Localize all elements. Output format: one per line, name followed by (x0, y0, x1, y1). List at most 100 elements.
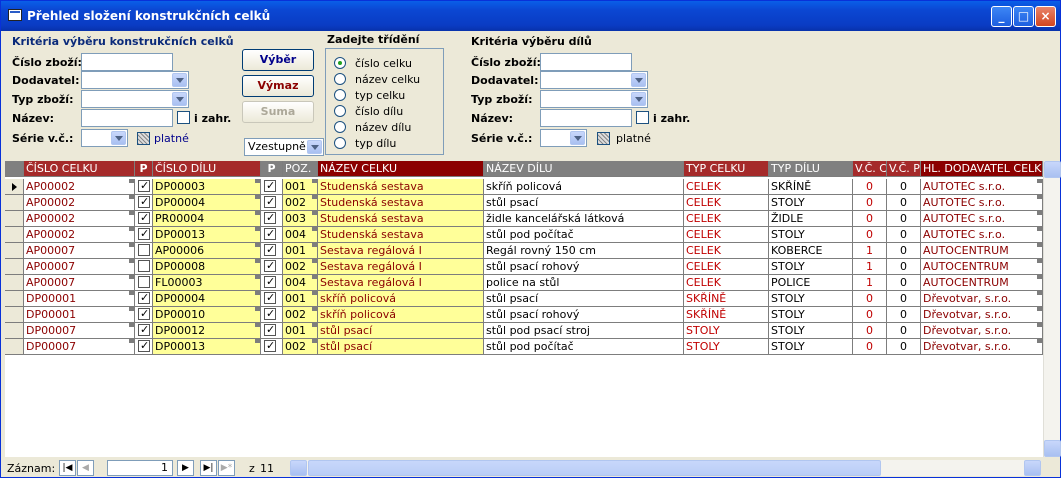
cell-p2[interactable] (261, 227, 283, 243)
cell-p2[interactable] (261, 243, 283, 259)
table-row[interactable]: DP00001 DP00010 002skříň policovástůl psac… (5, 307, 1043, 323)
cell-dodavatel[interactable]: AUTOTEC s.r.o. (921, 211, 1043, 227)
cell-p1[interactable] (135, 195, 153, 211)
chevron-down-icon[interactable] (631, 73, 646, 87)
cell-typ_celku[interactable]: CELEK (684, 179, 769, 195)
horizontal-scrollbar[interactable] (290, 460, 1041, 476)
scroll-up-button[interactable] (1044, 161, 1061, 178)
column-header[interactable]: V.Č. P (887, 161, 921, 177)
cell-dil[interactable]: DP00008 (153, 259, 261, 275)
right-typ-combo[interactable] (540, 90, 648, 108)
chevron-down-icon[interactable] (111, 131, 126, 145)
cell-nazev_dilu[interactable]: Regál rovný 150 cm (484, 243, 684, 259)
cell-vcp[interactable]: 0 (887, 243, 921, 259)
row-checkbox[interactable] (264, 259, 276, 273)
cell-typ_dilu[interactable]: STOLY (769, 339, 853, 355)
cell-celek[interactable]: DP00007 (24, 339, 135, 355)
cell-vcp[interactable]: 0 (887, 339, 921, 355)
cell-vcp[interactable]: 0 (887, 323, 921, 339)
column-header[interactable]: NÁZEV DÍLU (484, 161, 684, 177)
cell-vcc[interactable]: 0 (853, 323, 887, 339)
cell-poz[interactable]: 002 (283, 339, 318, 355)
cell-p2[interactable] (261, 259, 283, 275)
cell-dodavatel[interactable]: Dřevotvar, s.r.o. (921, 323, 1043, 339)
cell-poz[interactable]: 001 (283, 323, 318, 339)
cell-typ_dilu[interactable]: STOLY (769, 291, 853, 307)
row-checkbox[interactable] (264, 227, 276, 241)
cell-vcc[interactable]: 0 (853, 307, 887, 323)
maximize-button[interactable]: □ (1013, 6, 1034, 27)
row-checkbox[interactable] (264, 323, 276, 337)
cell-poz[interactable]: 001 (283, 243, 318, 259)
cell-dodavatel[interactable]: Dřevotvar, s.r.o. (921, 339, 1043, 355)
cell-typ_dilu[interactable]: STOLY (769, 259, 853, 275)
column-header[interactable]: P (135, 161, 153, 177)
row-checkbox[interactable] (264, 291, 276, 305)
cell-vcc[interactable]: 0 (853, 211, 887, 227)
row-selector[interactable] (5, 275, 24, 291)
cell-celek[interactable]: AP00002 (24, 227, 135, 243)
cell-dodavatel[interactable]: AUTOTEC s.r.o. (921, 195, 1043, 211)
table-row[interactable]: AP00002 DP00013 004Studenská sestavastůl p… (5, 227, 1043, 243)
cell-typ_celku[interactable]: CELEK (684, 227, 769, 243)
cell-dil[interactable]: DP00013 (153, 339, 261, 355)
cell-typ_celku[interactable]: SKŘÍNĚ (684, 307, 769, 323)
cell-typ_celku[interactable]: SKŘÍNĚ (684, 291, 769, 307)
cell-vcc[interactable]: 0 (853, 291, 887, 307)
left-cislo-input[interactable] (81, 53, 173, 71)
cell-typ_celku[interactable]: CELEK (684, 211, 769, 227)
row-checkbox[interactable] (264, 179, 276, 193)
radio-nazev-celku[interactable] (334, 73, 346, 85)
cell-nazev_celku[interactable]: stůl psací (318, 339, 484, 355)
cell-poz[interactable]: 002 (283, 195, 318, 211)
row-checkbox[interactable] (138, 307, 150, 321)
cell-dodavatel[interactable]: AUTOTEC s.r.o. (921, 179, 1043, 195)
cell-vcp[interactable]: 0 (887, 275, 921, 291)
cell-vcp[interactable]: 0 (887, 291, 921, 307)
cell-typ_celku[interactable]: STOLY (684, 323, 769, 339)
row-checkbox[interactable] (138, 323, 150, 337)
cell-p2[interactable] (261, 339, 283, 355)
cell-nazev_dilu[interactable]: stůl psací (484, 291, 684, 307)
cell-poz[interactable]: 002 (283, 307, 318, 323)
row-selector[interactable] (5, 323, 24, 339)
scroll-down-button[interactable] (1044, 440, 1061, 457)
left-dodavatel-combo[interactable] (81, 71, 189, 89)
scroll-right-button[interactable] (1024, 460, 1041, 476)
cell-vcp[interactable]: 0 (887, 227, 921, 243)
column-header[interactable]: TYP DÍLU (769, 161, 853, 177)
cell-celek[interactable]: AP00002 (24, 195, 135, 211)
row-selector[interactable] (5, 195, 24, 211)
cell-dodavatel[interactable]: Dřevotvar, s.r.o. (921, 291, 1043, 307)
right-nazev-input[interactable] (540, 109, 632, 127)
right-dodavatel-combo[interactable] (540, 71, 648, 89)
chevron-down-icon[interactable] (307, 140, 322, 154)
cell-poz[interactable]: 003 (283, 211, 318, 227)
minimize-button[interactable]: _ (991, 6, 1012, 27)
cell-p1[interactable] (135, 291, 153, 307)
cell-celek[interactable]: DP00001 (24, 291, 135, 307)
cell-typ_dilu[interactable]: SKŘÍNĚ (769, 179, 853, 195)
vyber-button[interactable]: Výběr (242, 49, 314, 71)
row-checkbox[interactable] (264, 195, 276, 209)
row-selector[interactable] (5, 227, 24, 243)
chevron-down-icon[interactable] (172, 92, 187, 106)
table-row[interactable]: AP00007 DP00008 002Sestava regálová Istůl … (5, 259, 1043, 275)
cell-vcc[interactable]: 1 (853, 243, 887, 259)
right-cislo-input[interactable] (540, 53, 632, 71)
cell-nazev_celku[interactable]: Sestava regálová I (318, 243, 484, 259)
cell-vcc[interactable]: 0 (853, 339, 887, 355)
table-row[interactable]: AP00007 FL00003 004Sestava regálová Ipolic… (5, 275, 1043, 291)
cell-celek[interactable]: AP00007 (24, 243, 135, 259)
cell-vcp[interactable]: 0 (887, 259, 921, 275)
row-checkbox[interactable] (138, 244, 150, 256)
cell-dil[interactable]: DP00010 (153, 307, 261, 323)
radio-cislo-celku[interactable] (334, 57, 346, 69)
row-checkbox[interactable] (264, 339, 276, 353)
cell-typ_dilu[interactable]: STOLY (769, 195, 853, 211)
column-header[interactable]: NÁZEV CELKU (318, 161, 484, 177)
radio-typ-celku[interactable] (334, 89, 346, 101)
cell-nazev_celku[interactable]: Studenská sestava (318, 179, 484, 195)
cell-celek[interactable]: AP00007 (24, 259, 135, 275)
cell-typ_dilu[interactable]: STOLY (769, 323, 853, 339)
